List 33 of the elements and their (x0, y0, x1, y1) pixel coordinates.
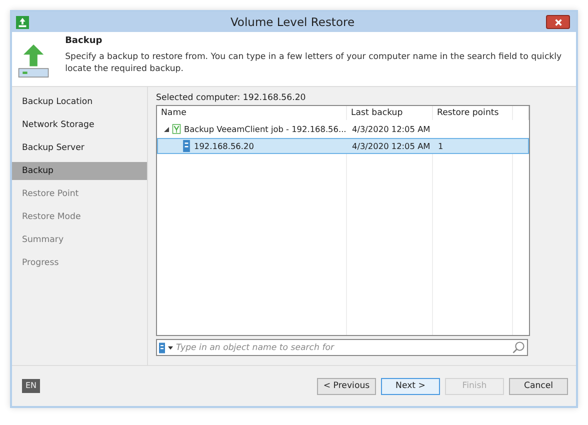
table-cell: 4/3/2020 12:05 AM (352, 141, 430, 151)
table-cell: 1 (438, 141, 444, 151)
column-header[interactable]: Last backup (347, 106, 433, 120)
wizard-step[interactable]: Backup Location (12, 93, 147, 111)
table-row[interactable]: Backup VeeamClient job - 192.168.56... 4/3/2020 12:05 AM (157, 121, 529, 137)
backup-job-icon (172, 123, 181, 135)
table-cell: 192.168.56.20 (194, 141, 254, 151)
window-title: Volume Level Restore (229, 15, 356, 29)
language-badge[interactable]: EN (22, 379, 40, 393)
close-button[interactable] (546, 15, 570, 29)
page-description: Specify a backup to restore from. You can type in a few letters of your computer name in the search field to quickly locate the required backup. (65, 51, 563, 75)
computer-icon (159, 342, 165, 354)
search-icon[interactable] (512, 341, 525, 354)
wizard-button[interactable]: Next > (381, 378, 440, 394)
column-header[interactable]: Name (157, 106, 347, 120)
wizard-button[interactable]: Cancel (509, 378, 568, 394)
search-field[interactable]: Type in an object name to search for (156, 339, 528, 356)
selected-computer-label: Selected computer: 192.168.56.20 (156, 93, 307, 103)
table-row[interactable]: 192.168.56.20 4/3/2020 12:05 AM 1 (157, 138, 529, 154)
wizard-step[interactable]: Backup (12, 162, 147, 180)
expand-icon[interactable] (164, 126, 169, 132)
column-header[interactable]: Restore points (433, 106, 513, 120)
wizard-step[interactable]: Network Storage (12, 116, 147, 134)
wizard-button[interactable]: < Previous (317, 378, 376, 394)
app-icon (16, 16, 29, 28)
dropdown-icon[interactable] (168, 346, 173, 350)
page-title: Backup (65, 36, 104, 46)
wizard-step[interactable]: Backup Server (12, 139, 147, 157)
table-cell: Backup VeeamClient job - 192.168.56... (184, 124, 346, 134)
search-input[interactable]: Type in an object name to search for (176, 342, 509, 352)
close-icon (554, 18, 562, 26)
computer-icon (182, 140, 191, 152)
table-cell: 4/3/2020 12:05 AM (352, 124, 430, 134)
